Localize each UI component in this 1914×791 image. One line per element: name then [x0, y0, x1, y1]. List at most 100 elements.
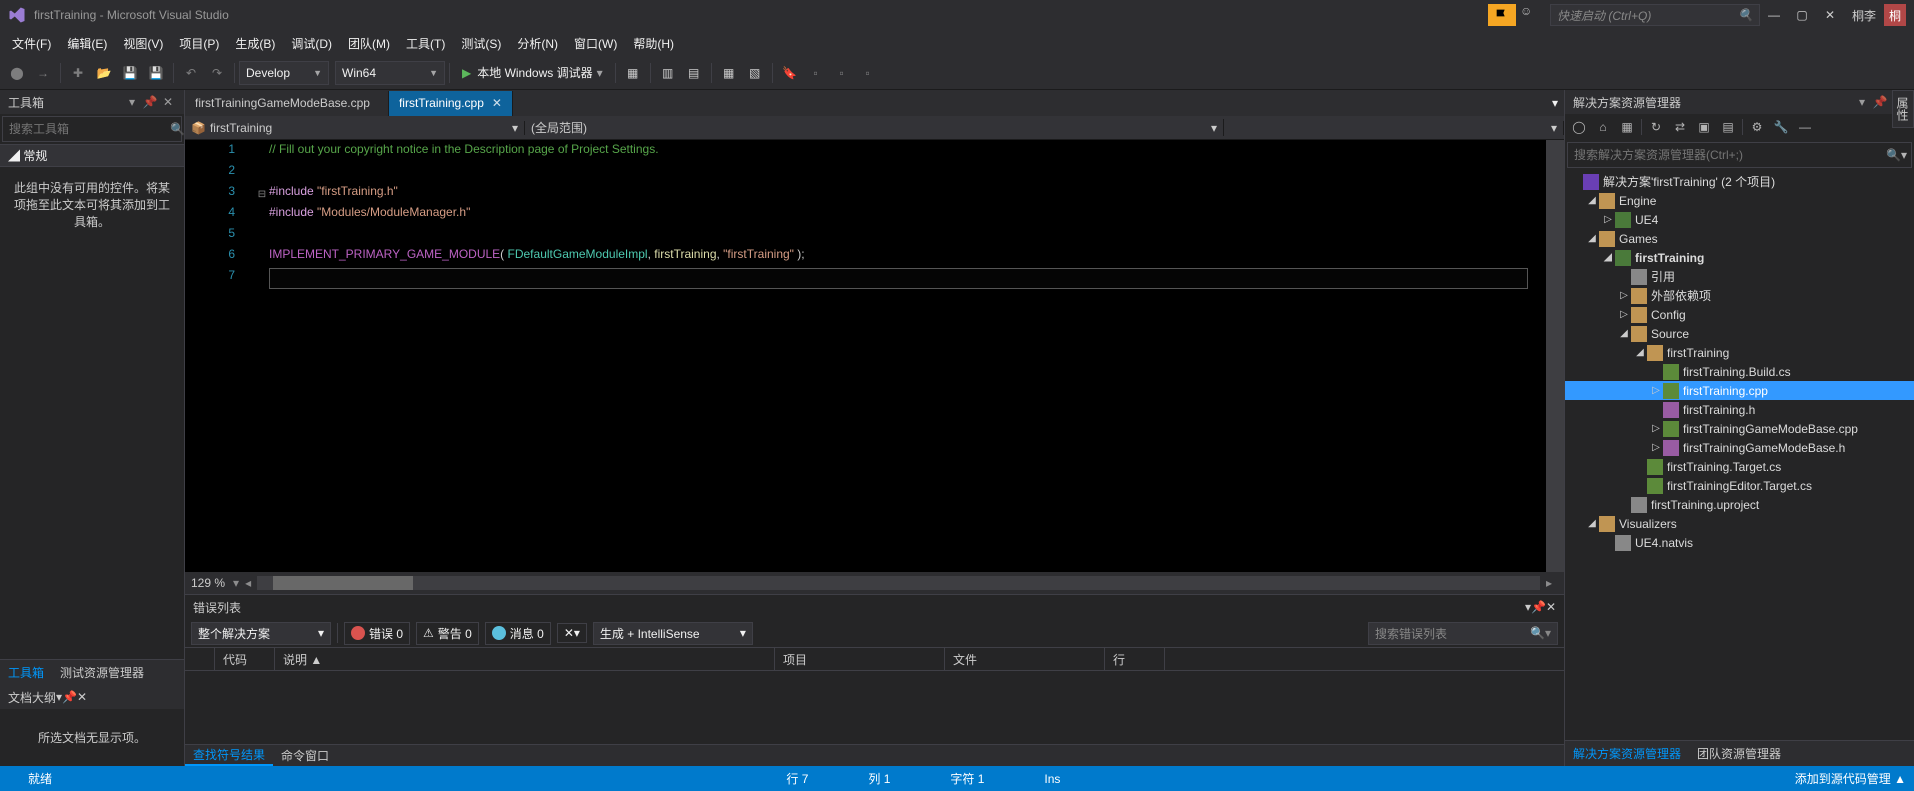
tree-node[interactable]: firstTrainingEditor.Target.cs [1565, 476, 1914, 495]
column-header[interactable]: 项目 [775, 648, 945, 670]
toolbar-icon[interactable]: ▧ [742, 60, 768, 86]
error-search-input[interactable]: 搜索错误列表🔍▾ [1368, 622, 1558, 645]
tree-node[interactable]: ◢Engine [1565, 191, 1914, 210]
menu-item[interactable]: 生成(B) [227, 31, 283, 55]
column-header[interactable]: 说明 ▲ [275, 648, 775, 670]
menu-item[interactable]: 调试(D) [283, 31, 340, 55]
menu-item[interactable]: 窗口(W) [566, 31, 625, 55]
tree-node[interactable]: firstTraining.h [1565, 400, 1914, 419]
tree-node[interactable]: ◢firstTraining [1565, 248, 1914, 267]
open-button[interactable]: 📂 [91, 60, 117, 86]
build-combo[interactable]: 生成 + IntelliSense▾ [593, 622, 753, 645]
tree-node[interactable]: UE4.natvis [1565, 533, 1914, 552]
properties-side-tab[interactable]: 属性 [1892, 90, 1914, 128]
start-debug-button[interactable]: ▶本地 Windows 调试器 ▾ [454, 61, 611, 85]
tree-node[interactable]: ▷firstTrainingGameModeBase.cpp [1565, 419, 1914, 438]
toolbox-section-general[interactable]: ◢ 常规 [0, 144, 184, 167]
panel-tab[interactable]: 查找符号结果 [185, 745, 273, 766]
member-combo[interactable]: (全局范围)▾ [525, 119, 1224, 136]
tree-node[interactable]: ▷UE4 [1565, 210, 1914, 229]
document-tab[interactable]: firstTraining.cpp✕ [389, 91, 513, 116]
save-all-button[interactable]: 💾 [143, 60, 169, 86]
sync-icon[interactable]: ▦ [1617, 117, 1637, 137]
document-tab[interactable]: firstTrainingGameModeBase.cpp [185, 91, 389, 116]
toolbar-icon[interactable]: ▥ [655, 60, 681, 86]
dropdown-icon[interactable]: ▾ [1854, 94, 1870, 110]
maximize-button[interactable]: ▢ [1788, 4, 1816, 26]
status-scm[interactable]: 添加到源代码管理 ▲ [1795, 770, 1906, 787]
close-icon[interactable]: ✕ [77, 690, 87, 704]
menu-item[interactable]: 分析(N) [509, 31, 566, 55]
vertical-scrollbar[interactable] [1546, 140, 1564, 572]
quick-launch-input[interactable]: 快速启动 (Ctrl+Q)🔍 [1550, 4, 1760, 26]
zoom-combo[interactable]: 129 % [191, 576, 225, 590]
warnings-filter[interactable]: ⚠警告 0 [416, 622, 479, 645]
back-icon[interactable]: ◯ [1569, 117, 1589, 137]
user-name[interactable]: 桐李 [1852, 7, 1876, 24]
column-header[interactable]: 代码 [215, 648, 275, 670]
user-avatar[interactable]: 桐 [1884, 4, 1906, 26]
solution-search[interactable]: 🔍▾ [1567, 142, 1912, 168]
menu-item[interactable]: 测试(S) [453, 31, 509, 55]
properties-icon[interactable]: ⚙ [1747, 117, 1767, 137]
tree-node[interactable]: ◢firstTraining [1565, 343, 1914, 362]
feedback-icon[interactable]: ☺ [1520, 4, 1542, 26]
tree-node[interactable]: ▷Config [1565, 305, 1914, 324]
toolbar-icon[interactable]: ▤ [681, 60, 707, 86]
close-button[interactable]: ✕ [1816, 4, 1844, 26]
dropdown-icon[interactable]: ▾ [1546, 96, 1564, 110]
pin-icon[interactable]: 📌 [1531, 600, 1546, 614]
horizontal-scrollbar[interactable] [257, 576, 1540, 590]
pin-icon[interactable]: 📌 [1872, 94, 1888, 110]
tree-node[interactable]: ▷外部依赖项 [1565, 286, 1914, 305]
nav-back-button[interactable]: ⬤ [4, 60, 30, 86]
menu-item[interactable]: 编辑(E) [59, 31, 115, 55]
panel-tab[interactable]: 团队资源管理器 [1689, 741, 1789, 766]
minimize-button[interactable]: — [1760, 4, 1788, 26]
platform-combo[interactable]: Win64▼ [335, 61, 445, 85]
home-icon[interactable]: ⌂ [1593, 117, 1613, 137]
toolbox-search[interactable]: 🔍 [2, 116, 182, 142]
member-combo-2[interactable]: ▾ [1224, 121, 1564, 135]
refresh-icon[interactable]: ↻ [1646, 117, 1666, 137]
panel-tab[interactable]: 测试资源管理器 [52, 660, 152, 685]
tree-node[interactable]: firstTraining.Target.cs [1565, 457, 1914, 476]
close-tab-icon[interactable]: ✕ [492, 96, 502, 110]
config-combo[interactable]: Develop▼ [239, 61, 329, 85]
code-editor[interactable]: 1234567 ⊟ // Fill out your copyright not… [185, 140, 1564, 572]
toolbar-icon[interactable]: ▦ [716, 60, 742, 86]
column-header[interactable]: 文件 [945, 648, 1105, 670]
panel-tab[interactable]: 命令窗口 [273, 745, 337, 766]
bookmark-icon[interactable]: 🔖 [777, 60, 803, 86]
tree-node[interactable]: ◢Visualizers [1565, 514, 1914, 533]
close-icon[interactable]: ✕ [1546, 600, 1556, 614]
tree-node[interactable]: 引用 [1565, 267, 1914, 286]
toolbox-search-input[interactable] [3, 122, 170, 136]
tree-node[interactable]: 解决方案'firstTraining' (2 个项目) [1565, 172, 1914, 191]
save-button[interactable]: 💾 [117, 60, 143, 86]
collapse-icon[interactable]: ⇄ [1670, 117, 1690, 137]
errors-filter[interactable]: 错误 0 [344, 622, 410, 645]
wrench-icon[interactable]: 🔧 [1771, 117, 1791, 137]
tree-node[interactable]: ◢Games [1565, 229, 1914, 248]
menu-item[interactable]: 文件(F) [4, 31, 59, 55]
menu-item[interactable]: 项目(P) [171, 31, 227, 55]
menu-item[interactable]: 视图(V) [115, 31, 171, 55]
close-icon[interactable]: ✕ [160, 94, 176, 110]
solution-search-input[interactable] [1568, 148, 1886, 162]
menu-item[interactable]: 团队(M) [340, 31, 398, 55]
dropdown-icon[interactable]: ▾ [124, 94, 140, 110]
properties-icon[interactable]: ▤ [1718, 117, 1738, 137]
panel-tab[interactable]: 工具箱 [0, 660, 52, 685]
tree-node[interactable]: ▷firstTrainingGameModeBase.h [1565, 438, 1914, 457]
menu-item[interactable]: 帮助(H) [625, 31, 682, 55]
scope-combo[interactable]: 📦 firstTraining▾ [185, 121, 525, 135]
column-header[interactable] [185, 648, 215, 670]
tree-node[interactable]: firstTraining.uproject [1565, 495, 1914, 514]
messages-filter[interactable]: 消息 0 [485, 622, 551, 645]
tree-node[interactable]: firstTraining.Build.cs [1565, 362, 1914, 381]
show-all-icon[interactable]: ▣ [1694, 117, 1714, 137]
tree-node[interactable]: ◢Source [1565, 324, 1914, 343]
toolbar-icon[interactable]: ▦ [620, 60, 646, 86]
clear-filter[interactable]: ✕▾ [557, 623, 587, 643]
